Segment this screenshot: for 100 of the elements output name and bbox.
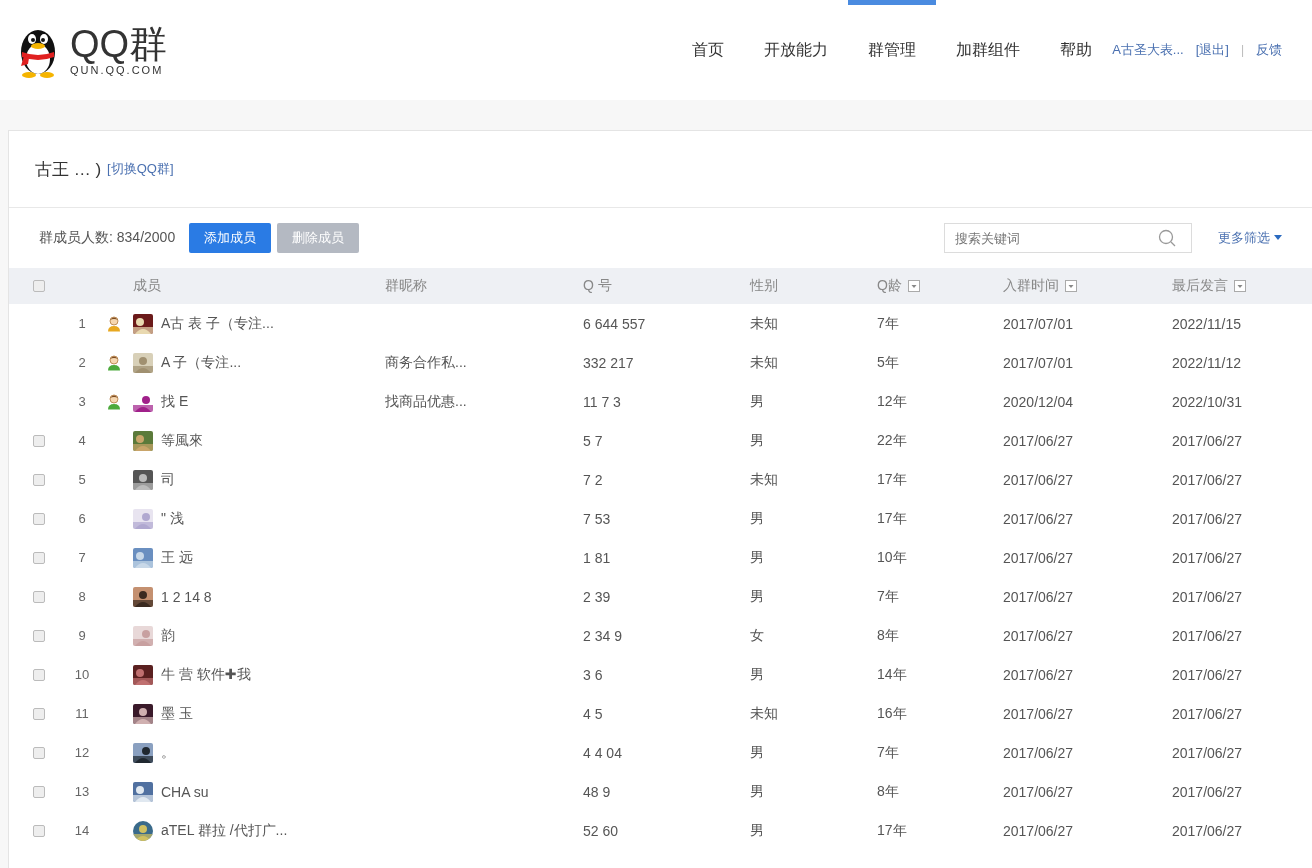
row-checkbox[interactable] [33, 707, 45, 720]
row-checkbox[interactable] [33, 590, 45, 603]
logo-title[interactable]: QQ群 [70, 24, 168, 64]
feedback-link[interactable]: 反馈 [1256, 41, 1282, 59]
join-date: 2017/06/27 [1003, 549, 1075, 566]
nav-tab[interactable]: 加群组件 [936, 0, 1041, 100]
more-filters-link[interactable]: 更多筛选 [1218, 229, 1270, 247]
row-checkbox[interactable] [33, 434, 45, 447]
search-field[interactable]: 搜索关键词 [944, 223, 1192, 253]
add-member-button[interactable]: 添加成员 [189, 223, 272, 253]
q-age: 8年 [877, 626, 900, 645]
gender: 男 [750, 665, 765, 684]
separator: | [1240, 43, 1244, 57]
row-number: 12 [73, 745, 91, 760]
person-icon [107, 315, 121, 332]
last-spoke-date: 2017/06/27 [1172, 510, 1244, 527]
q-age: 7年 [877, 587, 900, 606]
member-name: 等風來 [161, 431, 204, 450]
nickname: 商务合作私... [385, 353, 468, 372]
member-name: 。 [161, 743, 176, 762]
row-number: 13 [73, 784, 91, 799]
row-number: 4 [77, 433, 87, 448]
last-spoke-date: 2017/06/27 [1172, 783, 1244, 800]
q-age: 17年 [877, 470, 908, 489]
member-name: 1 2 14 8 [161, 588, 213, 605]
last-spoke-date: 2017/06/27 [1172, 549, 1244, 566]
member-count: 群成员人数: 834/2000 [39, 229, 176, 247]
column-header: Q龄 [877, 277, 902, 295]
row-number: 11 [74, 706, 90, 721]
q-age: 7年 [877, 314, 900, 333]
join-date: 2017/06/27 [1003, 666, 1075, 683]
row-checkbox[interactable] [33, 785, 45, 798]
row-number: 6 [77, 511, 87, 526]
join-date: 2017/06/27 [1003, 822, 1075, 839]
last-spoke-date: 2017/06/27 [1172, 744, 1244, 761]
last-spoke-date: 2017/06/27 [1172, 588, 1244, 605]
row-number: 7 [77, 550, 87, 565]
qq-number: 2 39 [583, 588, 612, 605]
join-date: 2017/06/27 [1003, 705, 1075, 722]
member-name: 司 [161, 470, 176, 489]
select-all-checkbox[interactable] [33, 280, 45, 292]
join-date: 2017/06/27 [1003, 783, 1075, 800]
nav-tab[interactable]: 开放能力 [744, 0, 849, 100]
q-age: 10年 [877, 548, 908, 567]
logout-link[interactable]: [退出] [1195, 41, 1229, 59]
join-date: 2017/06/27 [1003, 510, 1075, 527]
gender: 男 [750, 392, 765, 411]
qq-number: 4 5 [583, 705, 604, 722]
row-checkbox[interactable] [33, 512, 45, 525]
dropdown-icon[interactable] [1234, 280, 1246, 292]
row-checkbox[interactable] [33, 824, 45, 837]
user-name-link[interactable]: A古圣大表... [1112, 41, 1184, 59]
column-header: 入群时间 [1003, 277, 1059, 295]
row-number: 10 [73, 667, 91, 682]
member-name: 找 E [161, 392, 190, 411]
qq-number: 7 2 [583, 471, 604, 488]
last-spoke-date: 2022/11/12 [1172, 354, 1243, 371]
dropdown-icon[interactable] [1065, 280, 1077, 292]
search-icon[interactable] [1158, 229, 1176, 247]
join-date: 2017/06/27 [1003, 588, 1075, 605]
q-age: 16年 [877, 704, 908, 723]
gender: 未知 [750, 353, 779, 372]
member-name: " 浅 [161, 509, 185, 528]
last-spoke-date: 2017/06/27 [1172, 471, 1244, 488]
nav-tab[interactable]: 帮助 [1040, 0, 1113, 100]
last-spoke-date: 2022/11/15 [1172, 315, 1243, 332]
person-icon [107, 354, 121, 371]
qq-number: 3 6 [583, 666, 604, 683]
caret-icon[interactable] [1274, 235, 1282, 241]
gender: 未知 [750, 314, 779, 333]
nav-tab[interactable]: 首页 [672, 0, 745, 100]
member-name: CHA su [161, 783, 210, 800]
qq-number: 11 7 3 [583, 393, 622, 410]
join-date: 2017/06/27 [1003, 744, 1075, 761]
row-checkbox[interactable] [33, 668, 45, 681]
logo-subtitle: QUN.QQ.COM [70, 64, 165, 76]
nav-tab[interactable]: 群管理 [848, 0, 937, 100]
row-checkbox[interactable] [33, 746, 45, 759]
column-header: 群昵称 [385, 277, 427, 295]
q-age: 17年 [877, 821, 908, 840]
row-checkbox[interactable] [33, 629, 45, 642]
dropdown-icon[interactable] [907, 280, 920, 292]
join-date: 2017/06/27 [1003, 471, 1075, 488]
gender: 男 [750, 587, 765, 606]
gender: 男 [750, 509, 765, 528]
row-checkbox[interactable] [33, 473, 45, 486]
column-header: 最后发言 [1172, 277, 1228, 295]
join-date: 2017/06/27 [1003, 627, 1075, 644]
last-spoke-date: 2017/06/27 [1172, 432, 1244, 449]
qq-number: 52 60 [583, 822, 620, 839]
last-spoke-date: 2022/10/31 [1172, 393, 1244, 410]
gender: 男 [750, 431, 765, 450]
switch-group-link[interactable]: [切换QQ群] [107, 160, 174, 178]
row-checkbox[interactable] [33, 551, 45, 564]
qq-number: 332 217 [583, 354, 635, 371]
column-header: Q 号 [583, 277, 612, 295]
gender: 男 [750, 782, 765, 801]
last-spoke-date: 2017/06/27 [1172, 822, 1244, 839]
row-number: 8 [77, 589, 87, 604]
join-date: 2017/07/01 [1003, 315, 1075, 332]
